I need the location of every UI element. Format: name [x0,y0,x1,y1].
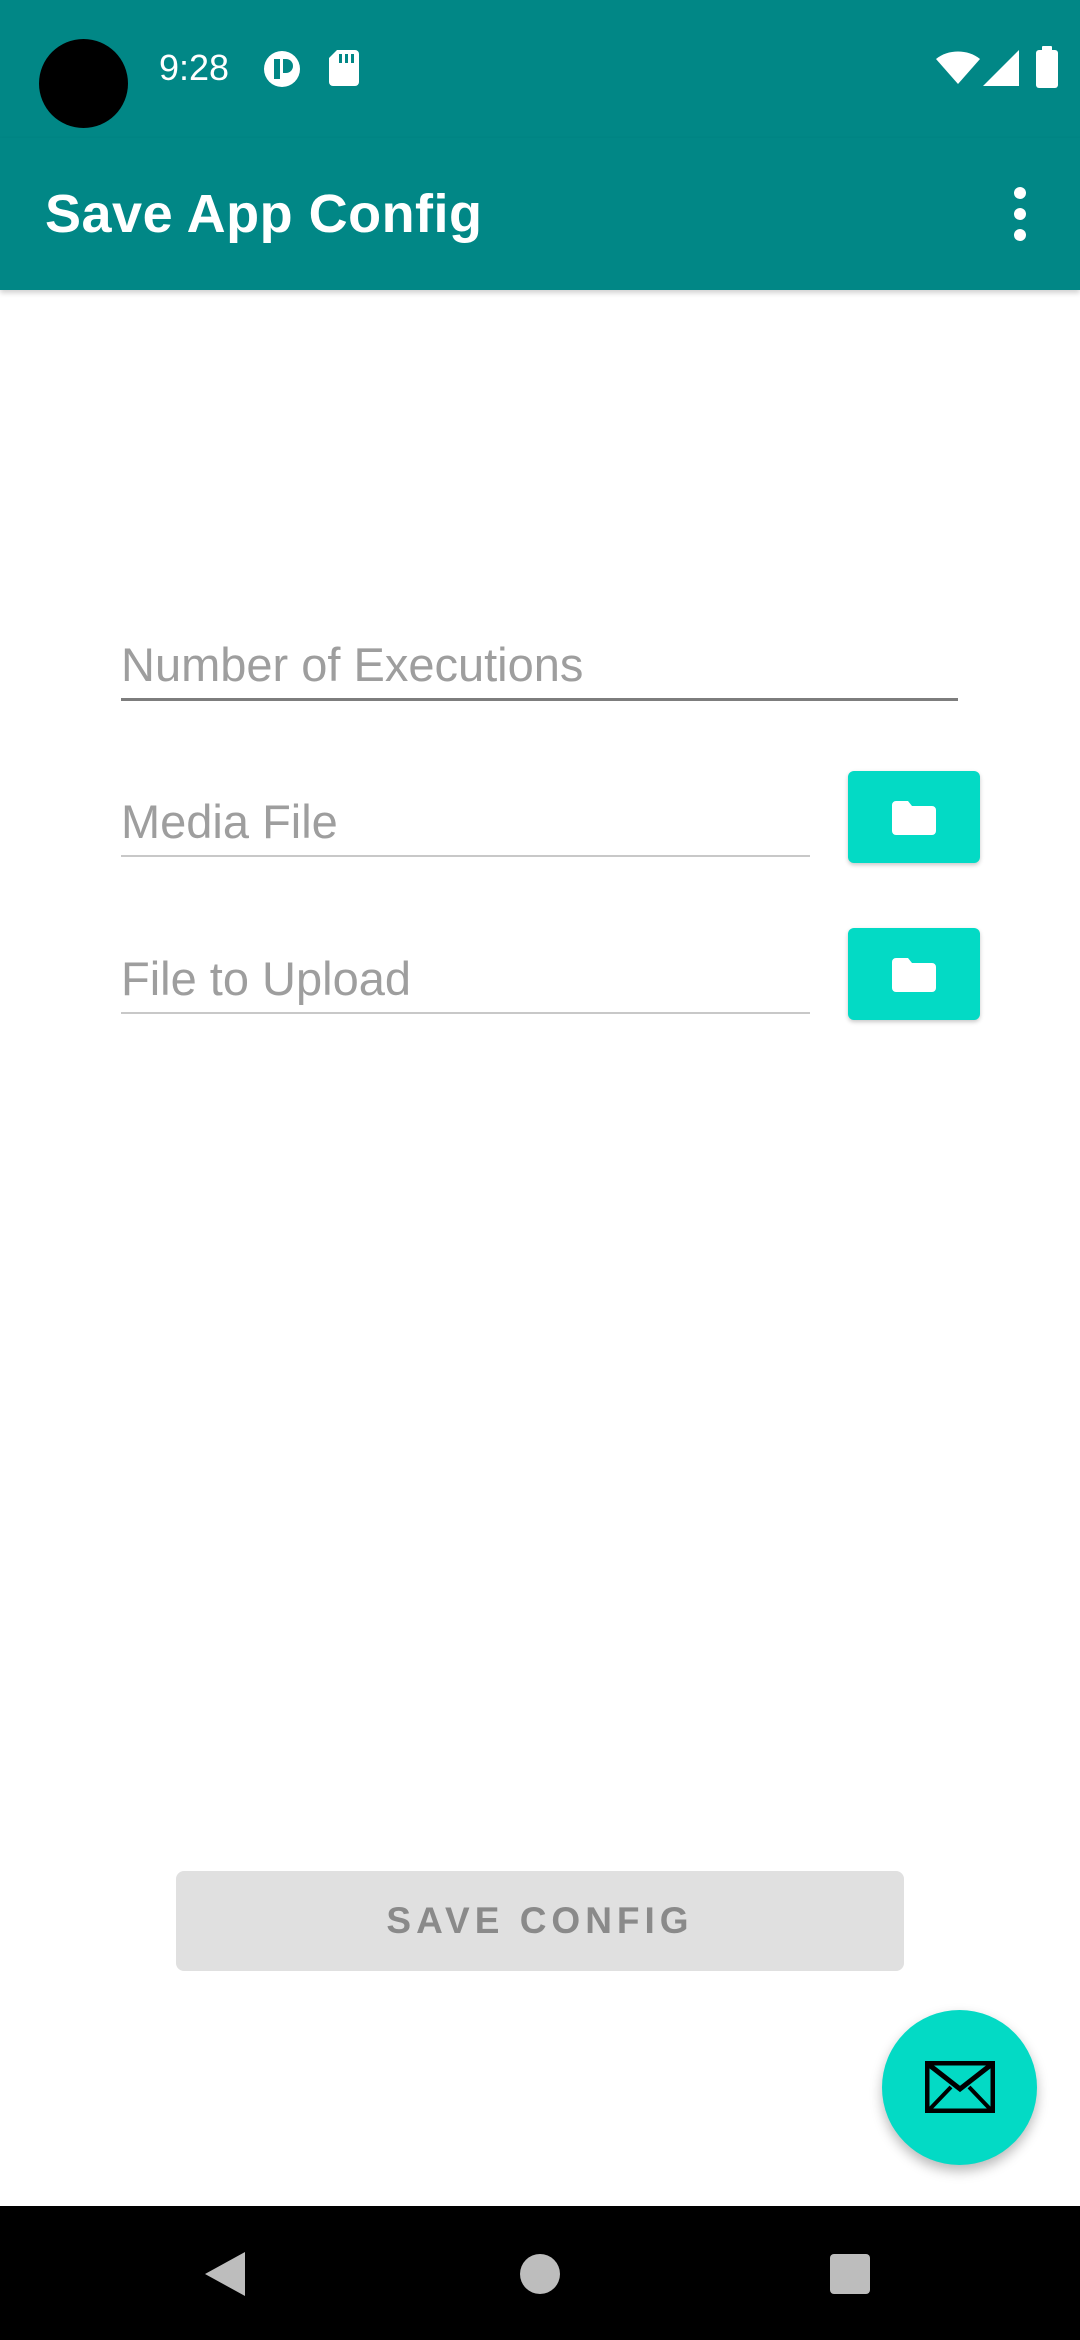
folder-icon [892,801,936,835]
camera-cutout [39,39,128,128]
back-icon[interactable] [205,2252,245,2301]
upload-file-input[interactable] [121,951,810,1006]
media-file-field [121,776,810,857]
overflow-menu-button[interactable] [992,178,1048,250]
email-fab[interactable] [882,2010,1037,2165]
more-vert-icon [1014,187,1026,241]
upload-file-field [121,933,810,1014]
app-bar: Save App Config [0,138,1080,290]
home-icon[interactable] [520,2254,560,2299]
executions-input[interactable] [121,637,958,692]
navigation-bar [0,2206,1080,2340]
folder-icon [892,958,936,992]
sd-card-icon [329,50,359,91]
notification-icon [263,50,301,93]
save-config-button[interactable]: SAVE CONFIG [176,1871,904,1971]
email-icon [925,2061,995,2113]
status-time: 9:28 [159,47,230,88]
status-bar: 9:28 [0,0,1080,138]
wifi-icon [936,50,980,91]
executions-field [121,620,958,701]
media-file-browse-button[interactable] [848,771,980,863]
upload-file-browse-button[interactable] [848,928,980,1020]
media-file-input[interactable] [121,794,810,849]
signal-icon [983,50,1019,91]
recents-icon[interactable] [830,2254,870,2299]
battery-icon [1036,46,1058,93]
page-title: Save App Config [45,184,483,244]
